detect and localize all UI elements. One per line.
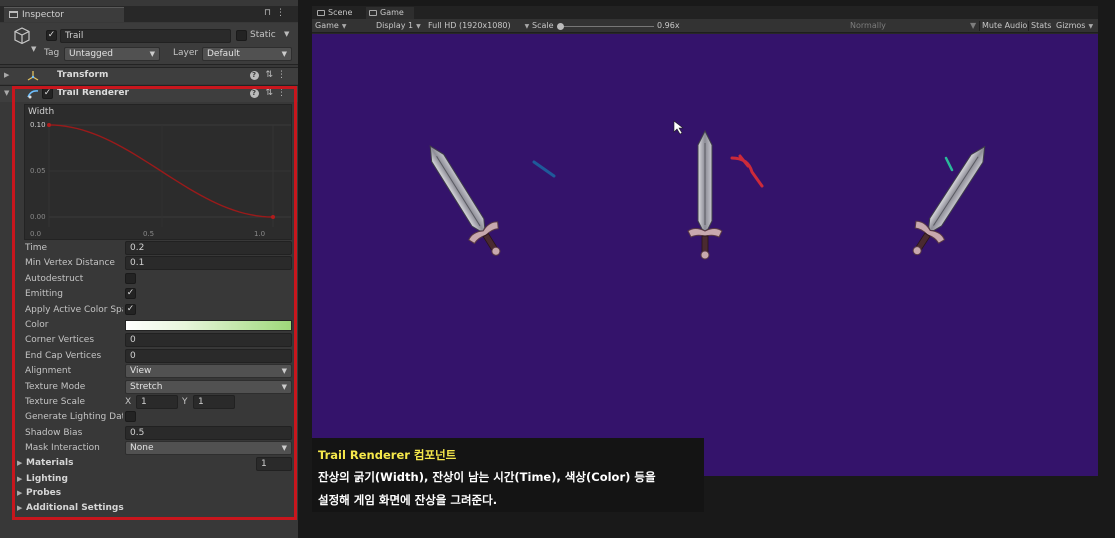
caption-title: Trail Renderer 컴포넌트 bbox=[318, 448, 457, 462]
gizmos-value: Gizmos bbox=[1056, 21, 1086, 30]
sword-right bbox=[900, 136, 1000, 264]
gameobject-header: ▼ ✓ Trail Static ▼ Tag Untagged ▼ Layer D… bbox=[0, 23, 298, 65]
lock-icon[interactable]: ⊓ bbox=[264, 8, 276, 18]
caption-line-1: 잔상의 굵기(Width), 잔상이 남는 시간(Time), 색상(Color… bbox=[318, 470, 656, 484]
tab-scene-label: Scene bbox=[328, 8, 353, 17]
scale-value: 0.96x bbox=[657, 21, 680, 30]
transform-icon bbox=[27, 70, 39, 85]
display-value: Display 1 bbox=[376, 21, 414, 30]
inspector-tab-label: Inspector bbox=[22, 10, 64, 20]
play-mode-arrow[interactable]: ▼ bbox=[970, 21, 976, 30]
sword-center bbox=[687, 130, 723, 260]
static-checkbox[interactable] bbox=[236, 30, 247, 41]
layer-label: Layer bbox=[173, 48, 199, 58]
tag-value: Untagged bbox=[69, 49, 114, 59]
subtitle-caption: Trail Renderer 컴포넌트 잔상의 굵기(Width), 잔상이 남… bbox=[312, 438, 704, 512]
scene-icon bbox=[317, 10, 325, 16]
resolution-value: Full HD (1920x1080) bbox=[428, 21, 511, 30]
resolution-dropdown[interactable]: Full HD (1920x1080) ▼ bbox=[428, 21, 529, 30]
tab-game[interactable]: Game bbox=[366, 7, 414, 19]
kebab-menu-icon[interactable]: ⋮ bbox=[277, 70, 290, 80]
inspector-panel: Inspector ⊓⋮ ▼ ✓ Trail Static ▼ Tag Unta… bbox=[0, 0, 298, 538]
chevron-down-icon: ▼ bbox=[524, 23, 530, 30]
stats-toggle[interactable]: Stats bbox=[1031, 21, 1051, 30]
tag-dropdown[interactable]: Untagged ▼ bbox=[64, 47, 160, 61]
display-mode-value: Game bbox=[315, 21, 339, 30]
mute-audio-toggle[interactable]: Mute Audio bbox=[982, 21, 1027, 30]
caption-line-2: 설정해 게임 화면에 잔상을 그려준다. bbox=[318, 493, 498, 507]
transform-title: Transform bbox=[57, 70, 109, 80]
inspector-tab[interactable]: Inspector bbox=[4, 7, 124, 22]
layer-value: Default bbox=[207, 49, 240, 59]
mouse-cursor-icon bbox=[673, 120, 684, 135]
chevron-down-icon: ▼ bbox=[149, 50, 155, 58]
icon-dropdown-arrow: ▼ bbox=[31, 45, 37, 53]
tab-scene[interactable]: Scene bbox=[314, 7, 364, 19]
inspector-icon bbox=[9, 11, 18, 18]
gameobject-cube-icon[interactable]: ▼ bbox=[14, 27, 36, 53]
trail-blue bbox=[532, 160, 556, 178]
static-dropdown-arrow[interactable]: ▼ bbox=[284, 30, 289, 38]
transform-component-header[interactable]: ▶ Transform ? ⇅⋮ bbox=[0, 67, 298, 84]
gizmos-dropdown[interactable]: Gizmos ▼ bbox=[1056, 21, 1093, 30]
foldout-collapsed-icon[interactable]: ▶ bbox=[4, 71, 9, 79]
gameobject-name-field[interactable]: Trail bbox=[60, 29, 231, 43]
sword-left bbox=[415, 136, 513, 265]
game-viewport[interactable] bbox=[312, 34, 1098, 476]
trail-renderer-highlight-box bbox=[12, 86, 297, 520]
toolbar-separator bbox=[979, 21, 980, 31]
tab-game-label: Game bbox=[380, 8, 404, 17]
game-panel: Scene Game Game ▼ Display 1 ▼ Full HD (192… bbox=[312, 6, 1098, 476]
inspector-tab-bar: Inspector ⊓⋮ bbox=[0, 6, 298, 22]
help-icon[interactable]: ? bbox=[249, 71, 259, 80]
kebab-menu-icon[interactable]: ⋮ bbox=[276, 8, 290, 18]
scale-label: Scale bbox=[532, 21, 554, 30]
tag-label: Tag bbox=[44, 48, 60, 58]
scale-slider-track[interactable] bbox=[560, 26, 654, 27]
game-tab-bar: Scene Game bbox=[312, 6, 1098, 19]
toolbar-separator bbox=[1028, 21, 1029, 31]
game-scene bbox=[415, 120, 1000, 265]
trail-teal bbox=[944, 156, 954, 172]
chevron-down-icon: ▼ bbox=[416, 23, 421, 30]
settings-sliders-icon[interactable]: ⇅ bbox=[265, 70, 277, 80]
chevron-down-icon: ▼ bbox=[341, 23, 347, 30]
layer-dropdown[interactable]: Default ▼ bbox=[202, 47, 292, 61]
gameobject-active-checkbox[interactable]: ✓ bbox=[46, 30, 57, 41]
foldout-expanded-icon[interactable]: ▼ bbox=[4, 89, 9, 97]
static-label: Static bbox=[250, 30, 276, 40]
play-mode-value: Normally bbox=[850, 21, 886, 30]
chevron-down-icon: ▼ bbox=[1088, 23, 1094, 30]
display-dropdown[interactable]: Display 1 ▼ bbox=[376, 21, 421, 30]
game-controller-icon bbox=[369, 10, 377, 16]
chevron-down-icon: ▼ bbox=[281, 50, 287, 58]
game-toolbar: Game ▼ Display 1 ▼ Full HD (1920x1080) ▼ Sc… bbox=[312, 19, 1098, 33]
scale-slider-handle[interactable] bbox=[557, 23, 564, 30]
display-mode-dropdown[interactable]: Game ▼ bbox=[315, 21, 346, 30]
trail-red bbox=[730, 154, 764, 188]
play-mode-dropdown[interactable]: Normally bbox=[850, 21, 886, 30]
